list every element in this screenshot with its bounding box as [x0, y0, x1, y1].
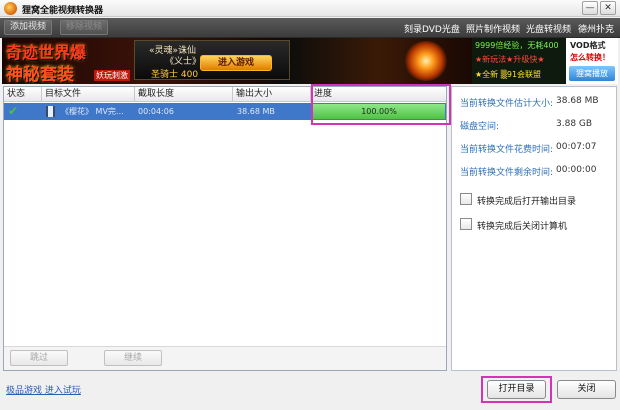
ad-right-text-2: 怎么转换！ [570, 53, 610, 62]
disk-space-label: 磁盘空间: [460, 122, 500, 132]
time-left-value: 00:00:00 [556, 165, 597, 175]
ad-play-button[interactable]: 进入游戏 [200, 55, 272, 71]
game-trial-link[interactable]: 极品游戏 进入试玩 [6, 383, 81, 396]
minimize-button[interactable]: — [582, 1, 598, 15]
app-logo-icon [4, 2, 17, 15]
window-title: 狸窝全能视频转换器 [22, 6, 104, 16]
open-directory-highlight-box [481, 376, 552, 403]
photo-video-link[interactable]: 照片制作视频 [466, 22, 520, 35]
vod-format-ad[interactable]: VOD格式 怎么转换！ 狸窝播放 [566, 38, 618, 84]
shutdown-option-label[interactable]: 转换完成后关闭计算机 [477, 219, 567, 232]
skip-button[interactable]: 跳过 [10, 350, 68, 366]
game-ad-text[interactable]: 9999倍经验，无耗400 ★新玩法★升级快★ ★全新 ▒91会联盟 [472, 38, 566, 84]
video-file-icon [46, 106, 55, 117]
column-output-size[interactable]: 输出大小 [233, 87, 311, 102]
ad-panel-text-2: 《义士》 [165, 57, 202, 67]
conversion-list: 状态 目标文件 截取长度 输出大小 进度 ✔ 《樱花》 MV完… 00:04:0… [3, 84, 451, 371]
ad-mid-text-1: 9999倍经验，无耗400 [475, 41, 559, 50]
column-duration[interactable]: 截取长度 [135, 87, 233, 102]
conversion-info-panel: 当前转换文件估计大小: 38.68 MB 磁盘空间: 3.88 GB 当前转换文… [451, 86, 617, 371]
fire-effect-icon [404, 41, 448, 81]
check-icon: ✔ [8, 104, 19, 118]
time-left-label: 当前转换文件剩余时间: [460, 168, 554, 178]
close-button[interactable]: 关闭 [557, 380, 616, 399]
row-output-size: 38.68 MB [237, 107, 275, 116]
row-duration: 00:04:06 [138, 107, 174, 116]
burn-dvd-link[interactable]: 刻录DVD光盘 [404, 22, 460, 35]
open-dir-option-label[interactable]: 转换完成后打开输出目录 [477, 194, 576, 207]
estimated-size-label: 当前转换文件估计大小: [460, 99, 554, 109]
add-video-button[interactable]: 添加视频 [4, 20, 53, 35]
ad-mid-text-3: ★全新 ▒91会联盟 [475, 70, 542, 79]
ad-player-button[interactable]: 狸窝播放 [569, 66, 615, 81]
row-file-name: 《樱花》 MV完… [61, 107, 124, 116]
ad-panel-text-3: 圣骑士 400 [151, 70, 199, 80]
estimated-size-value: 38.68 MB [556, 96, 599, 106]
toolbar: 添加视频 移除视频 刻录DVD光盘 照片制作视频 光盘转视频 德州扑克 [0, 18, 620, 38]
list-footer: 跳过 继续 [4, 346, 446, 370]
disc-to-video-link[interactable]: 光盘转视频 [526, 22, 571, 35]
ad-tag: 妖玩刺激 [94, 70, 130, 81]
time-spent-value: 00:07:07 [556, 142, 597, 152]
continue-button[interactable]: 继续 [104, 350, 162, 366]
ad-headline-2: 神秘套装 [6, 65, 74, 84]
column-status[interactable]: 状态 [4, 87, 42, 102]
column-target-file[interactable]: 目标文件 [42, 87, 135, 102]
progress-highlight-box [311, 84, 451, 125]
disk-space-value: 3.88 GB [556, 119, 593, 129]
title-bar: 狸窝全能视频转换器 — ✕ [0, 0, 620, 17]
ad-right-text-1: VOD格式 [570, 41, 606, 50]
ad-mid-text-2: ★新玩法★升级快★ [475, 55, 545, 64]
time-spent-label: 当前转换文件花费时间: [460, 145, 554, 155]
game-ad[interactable]: 奇迹世界爆 神秘套装 妖玩刺激 «灵魂»诛仙 《义士》 圣骑士 400 进入游戏 [2, 38, 472, 84]
ad-banner[interactable]: 奇迹世界爆 神秘套装 妖玩刺激 «灵魂»诛仙 《义士》 圣骑士 400 进入游戏… [2, 38, 618, 84]
remove-video-button[interactable]: 移除视频 [60, 20, 109, 35]
shutdown-checkbox[interactable] [460, 218, 472, 230]
open-dir-checkbox[interactable] [460, 193, 472, 205]
texas-poker-link[interactable]: 德州扑克 [578, 22, 614, 35]
close-window-button[interactable]: ✕ [600, 1, 616, 15]
